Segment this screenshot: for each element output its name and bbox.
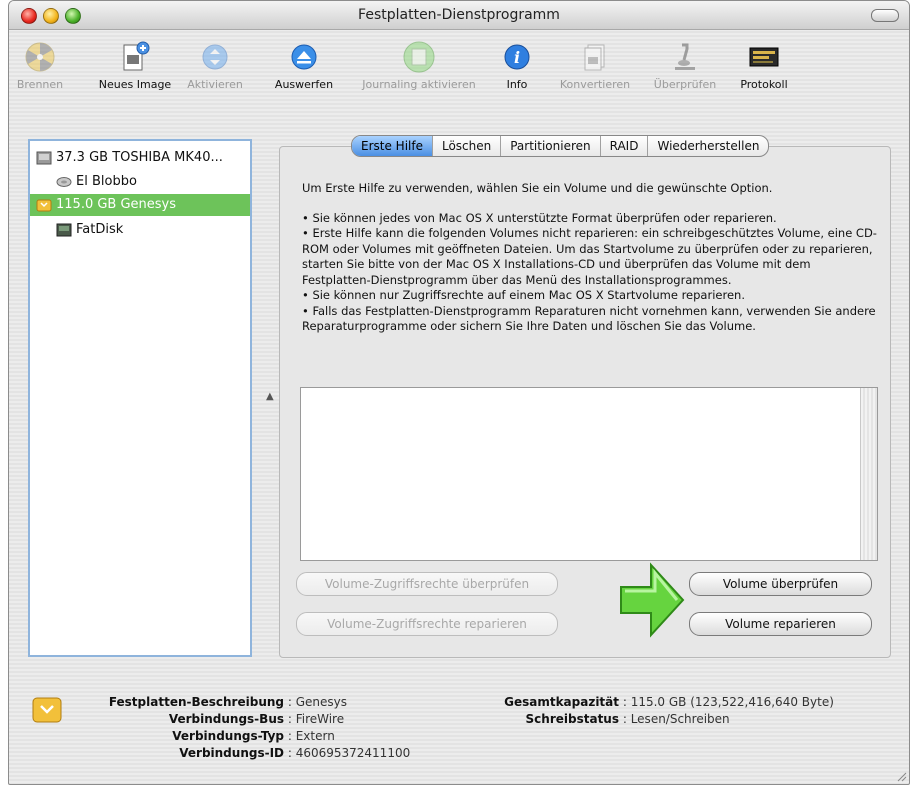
first-aid-intro: Um Erste Hilfe zu verwenden, wählen Sie … [302, 181, 773, 195]
volume-list[interactable]: 37.3 GB TOSHIBA MK40... El Blobbo 115.0 … [28, 139, 252, 657]
repair-permissions-button[interactable]: Volume-Zugriffsrechte reparieren [296, 612, 558, 636]
connection-bus-row: Verbindungs-Bus : FireWire [101, 711, 344, 728]
resize-grip-icon[interactable] [895, 770, 907, 782]
sidebar-item-el-blobbo[interactable]: El Blobbo [56, 171, 137, 193]
info-key: Gesamtkapazität [504, 695, 619, 709]
first-aid-log[interactable] [300, 387, 878, 561]
info-value: Lesen/Schreiben [630, 712, 730, 726]
info-icon: i [504, 44, 530, 70]
info-separator: : [622, 695, 627, 709]
disk-description-row: Festplatten-Beschreibung : Genesys [101, 694, 347, 711]
sidebar-item-label: FatDisk [76, 222, 124, 237]
verify-button[interactable]: Überprüfen [649, 40, 721, 110]
convert-button[interactable]: Konvertieren [549, 40, 641, 110]
log-scrollbar[interactable] [860, 388, 877, 560]
enable-journaling-label: Journaling aktivieren [362, 78, 476, 91]
convert-icon [584, 44, 605, 71]
new-image-label: Neues Image [98, 78, 172, 91]
volume-icon [56, 176, 72, 187]
info-value: 115.0 GB (123,522,416,640 Byte) [630, 695, 834, 709]
disk-utility-window: Festplatten-Dienstprogramm Brennen Neues… [8, 0, 910, 785]
journaling-icon [403, 41, 435, 73]
info-separator: : [287, 729, 292, 743]
title-bar[interactable]: Festplatten-Dienstprogramm [9, 1, 909, 30]
volume-icon [56, 223, 72, 236]
external-disk-icon [36, 199, 52, 211]
sidebar-item-label: El Blobbo [76, 174, 137, 189]
tab-partition[interactable]: Partitionieren [501, 136, 601, 156]
info-separator: : [622, 712, 627, 726]
mount-label: Aktivieren [187, 78, 243, 91]
mount-icon [202, 44, 228, 70]
burn-label: Brennen [16, 78, 64, 91]
info-key: Schreibstatus [525, 712, 619, 726]
verify-volume-button[interactable]: Volume überprüfen [689, 572, 872, 596]
info-separator: : [287, 712, 292, 726]
new-image-button[interactable]: Neues Image [95, 40, 175, 110]
eject-icon [291, 44, 317, 70]
first-aid-bullet: • Erste Hilfe kann die folgenden Volumes… [302, 226, 877, 287]
info-button[interactable]: i Info [497, 40, 537, 110]
first-aid-bullet: • Sie können nur Zugriffsrechte auf eine… [302, 288, 745, 302]
sidebar-item-genesys[interactable]: 115.0 GB Genesys [30, 194, 250, 216]
repair-volume-button[interactable]: Volume reparieren [689, 612, 872, 636]
info-separator: : [287, 695, 292, 709]
connection-id-row: Verbindungs-ID : 460695372411100 [101, 745, 410, 762]
sidebar-item-toshiba[interactable]: 37.3 GB TOSHIBA MK40... [36, 147, 223, 169]
eject-button[interactable]: Auswerfen [269, 40, 339, 110]
new-image-icon [123, 41, 150, 71]
verify-permissions-button[interactable]: Volume-Zugriffsrechte überprüfen [296, 572, 558, 596]
log-label: Protokoll [740, 78, 788, 91]
split-view-handle[interactable]: ▲ [266, 391, 274, 402]
tab-bar: Erste Hilfe Löschen Partitionieren RAID … [351, 135, 770, 157]
tab-first-aid[interactable]: Erste Hilfe [352, 136, 433, 156]
write-status-row: Schreibstatus : Lesen/Schreiben [481, 711, 730, 728]
convert-label: Konvertieren [559, 78, 631, 91]
verify-label: Überprüfen [653, 78, 717, 91]
verify-icon [675, 43, 695, 70]
tab-erase[interactable]: Löschen [433, 136, 502, 156]
disk-info-panel: Festplatten-Beschreibung : Genesys Verbi… [31, 691, 901, 771]
connection-type-row: Verbindungs-Typ : Extern [101, 728, 335, 745]
total-capacity-row: Gesamtkapazität : 115.0 GB (123,522,416,… [481, 694, 834, 711]
info-key: Verbindungs-Typ [172, 729, 284, 743]
mount-button[interactable]: Aktivieren [184, 40, 246, 110]
info-separator: : [287, 746, 292, 760]
info-value: Extern [295, 729, 335, 743]
burn-button[interactable]: Brennen [11, 40, 69, 110]
info-key: Festplatten-Beschreibung [108, 695, 284, 709]
svg-text:i: i [514, 48, 520, 67]
toolbar-toggle-button[interactable] [871, 9, 899, 22]
burn-icon [25, 42, 55, 72]
first-aid-bullet: • Sie können jedes von Mac OS X unterstü… [302, 210, 777, 225]
toolbar: Brennen Neues Image Aktivieren Auswerfen… [9, 30, 909, 110]
tab-raid[interactable]: RAID [601, 136, 649, 156]
info-key: Verbindungs-Bus [168, 712, 284, 726]
eject-label: Auswerfen [274, 78, 334, 91]
right-arrow-icon [620, 562, 685, 638]
first-aid-instructions: Um Erste Hilfe zu verwenden, wählen Sie … [302, 181, 882, 335]
sidebar-item-fatdisk[interactable]: FatDisk [56, 219, 123, 241]
sidebar-item-label: 37.3 GB TOSHIBA MK40... [56, 150, 223, 165]
first-aid-bullet: • Falls das Festplatten-Dienstprogramm R… [302, 303, 876, 334]
log-icon [749, 47, 779, 67]
tab-restore[interactable]: Wiederherstellen [648, 136, 768, 156]
info-value: FireWire [295, 712, 345, 726]
info-value: Genesys [295, 695, 347, 709]
sidebar-item-label: 115.0 GB Genesys [56, 197, 177, 212]
info-value: 460695372411100 [295, 746, 411, 760]
info-label: Info [506, 78, 528, 91]
enable-journaling-button[interactable]: Journaling aktivieren [354, 40, 484, 110]
internal-disk-icon [36, 151, 52, 164]
log-button[interactable]: Protokoll [729, 40, 799, 110]
window-title: Festplatten-Dienstprogramm [358, 7, 560, 23]
info-key: Verbindungs-ID [179, 746, 284, 760]
